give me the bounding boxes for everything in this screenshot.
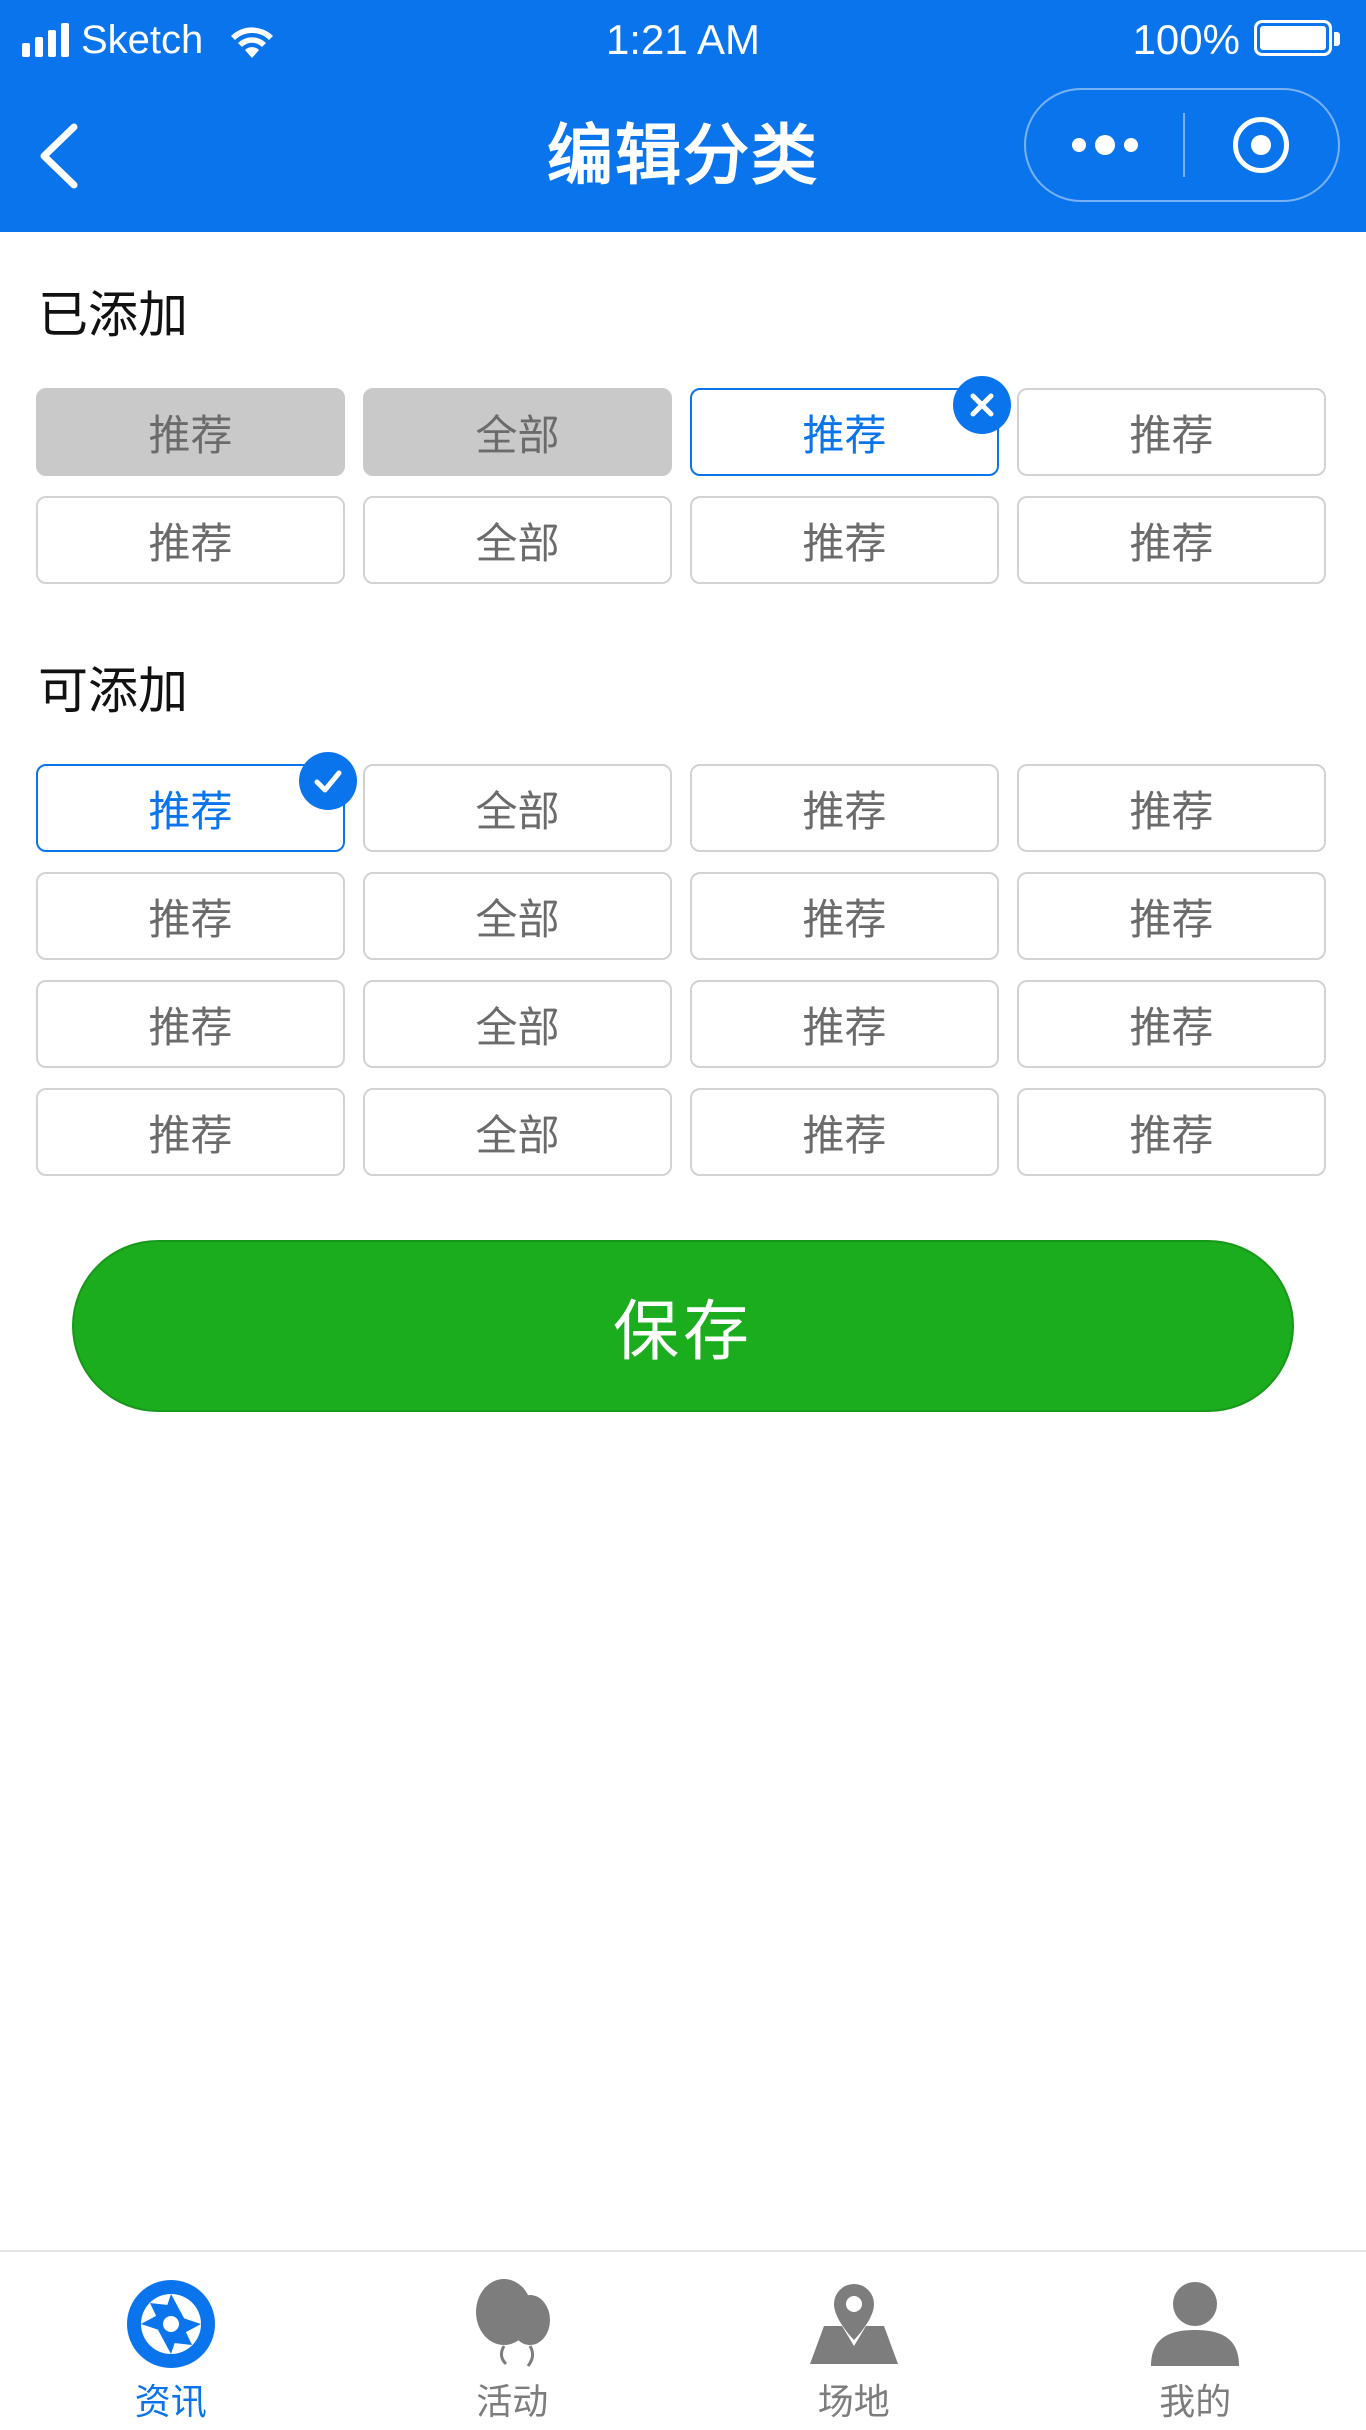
tab-item[interactable]: 活动 — [342, 2252, 684, 2430]
battery-icon — [1254, 20, 1340, 60]
category-tag-label: 推荐 — [148, 1002, 233, 1052]
more-dot-icon — [1123, 138, 1138, 152]
category-tag[interactable]: 推荐 — [1017, 872, 1326, 960]
category-tag-label: 推荐 — [148, 1110, 233, 1160]
section-title-available: 可添加 — [38, 662, 188, 720]
battery-percent: 100% — [1132, 16, 1240, 63]
category-tag[interactable]: 全部 — [363, 388, 672, 476]
balloon-icon — [476, 2279, 551, 2367]
category-tag-label: 推荐 — [802, 518, 887, 568]
more-dot-icon — [1094, 135, 1115, 155]
category-tag[interactable]: 全部 — [363, 872, 672, 960]
category-tag-label: 推荐 — [802, 1002, 887, 1052]
category-tag[interactable]: 推荐 — [36, 496, 345, 584]
tab-item[interactable]: 场地 — [683, 2252, 1025, 2430]
category-tag[interactable]: 全部 — [363, 496, 672, 584]
category-tag[interactable]: 推荐 — [36, 980, 345, 1068]
tab-label: 我的 — [1159, 2382, 1232, 2423]
tab-bar: 资讯 活动 场地 我的 — [0, 2250, 1366, 2430]
category-tag-label: 推荐 — [1129, 786, 1214, 836]
header: Sketch 1:21 AM 100% 编辑分类 — [0, 0, 1366, 232]
category-tag[interactable]: 推荐 — [690, 764, 999, 852]
category-tag[interactable]: 推荐 — [1017, 496, 1326, 584]
category-tag-label: 推荐 — [1129, 1002, 1214, 1052]
category-tag-label: 推荐 — [1129, 1110, 1214, 1160]
tab-label: 资讯 — [134, 2382, 207, 2423]
more-button[interactable] — [1026, 90, 1183, 200]
status-right: 100% — [1133, 14, 1340, 66]
category-tag[interactable]: 推荐 — [690, 1088, 999, 1176]
category-tag[interactable]: 全部 — [363, 980, 672, 1068]
category-tag[interactable]: 推荐 — [1017, 980, 1326, 1068]
tab-item[interactable]: 我的 — [1025, 2252, 1366, 2430]
category-tag-label: 推荐 — [148, 786, 233, 836]
category-tag[interactable]: 推荐 — [1017, 764, 1326, 852]
category-tag[interactable]: 推荐 — [690, 980, 999, 1068]
back-button[interactable] — [18, 106, 98, 206]
user-icon — [1151, 2282, 1240, 2366]
category-tag[interactable]: 推荐 — [36, 388, 345, 476]
remove-badge-icon[interactable] — [953, 376, 1011, 434]
category-tag[interactable]: 推荐 — [36, 1088, 345, 1176]
category-tag[interactable]: 推荐 — [36, 752, 357, 852]
category-tag[interactable]: 推荐 — [1017, 388, 1326, 476]
mini-program-capsule — [1024, 88, 1340, 202]
category-tag-label: 推荐 — [148, 410, 233, 460]
category-tag[interactable]: 推荐 — [1017, 1088, 1326, 1176]
added-tag-grid: 推荐 全部 推荐 推荐 推荐 全部 推荐 推荐 — [36, 376, 1330, 584]
category-tag-label: 全部 — [475, 1002, 560, 1052]
category-tag[interactable]: 推荐 — [690, 376, 1011, 476]
category-tag-label: 推荐 — [1129, 410, 1214, 460]
category-tag-label: 推荐 — [1129, 518, 1214, 568]
category-tag-label: 推荐 — [148, 894, 233, 944]
category-tag-label: 全部 — [475, 1110, 560, 1160]
category-tag[interactable]: 全部 — [363, 764, 672, 852]
category-tag-label: 推荐 — [148, 518, 233, 568]
category-tag-label: 全部 — [475, 518, 560, 568]
section-title-added: 已添加 — [38, 286, 188, 344]
category-tag[interactable]: 全部 — [363, 1088, 672, 1176]
category-tag[interactable]: 推荐 — [690, 872, 999, 960]
category-tag-label: 全部 — [475, 786, 560, 836]
tab-label: 活动 — [476, 2382, 549, 2423]
map-pin-icon — [809, 2284, 898, 2364]
status-bar: Sketch 1:21 AM 100% — [0, 0, 1366, 80]
category-tag-label: 全部 — [475, 894, 560, 944]
category-tag-label: 全部 — [475, 410, 560, 460]
nav-bar: 编辑分类 — [0, 80, 1366, 232]
chevron-left-icon — [40, 123, 78, 189]
category-tag-label: 推荐 — [802, 410, 887, 460]
tab-label: 场地 — [817, 2382, 890, 2423]
category-tag[interactable]: 推荐 — [36, 872, 345, 960]
available-tag-grid: 推荐 全部 推荐 推荐 推荐 全部 推荐 推荐 推荐 全部 推荐 推荐 推荐 全部 推荐 推荐 — [36, 752, 1330, 1176]
save-button[interactable]: 保存 — [72, 1240, 1294, 1412]
category-tag-label: 推荐 — [1129, 894, 1214, 944]
close-mini-program-button[interactable] — [1185, 90, 1338, 200]
category-tag[interactable]: 推荐 — [690, 496, 999, 584]
check-badge-icon — [299, 752, 357, 810]
category-tag-label: 推荐 — [802, 1110, 887, 1160]
aperture-icon — [126, 2280, 215, 2368]
tab-item[interactable]: 资讯 — [0, 2252, 342, 2430]
more-dot-icon — [1071, 138, 1086, 152]
category-tag-label: 推荐 — [802, 894, 887, 944]
category-tag-label: 推荐 — [802, 786, 887, 836]
target-icon — [1233, 117, 1290, 173]
